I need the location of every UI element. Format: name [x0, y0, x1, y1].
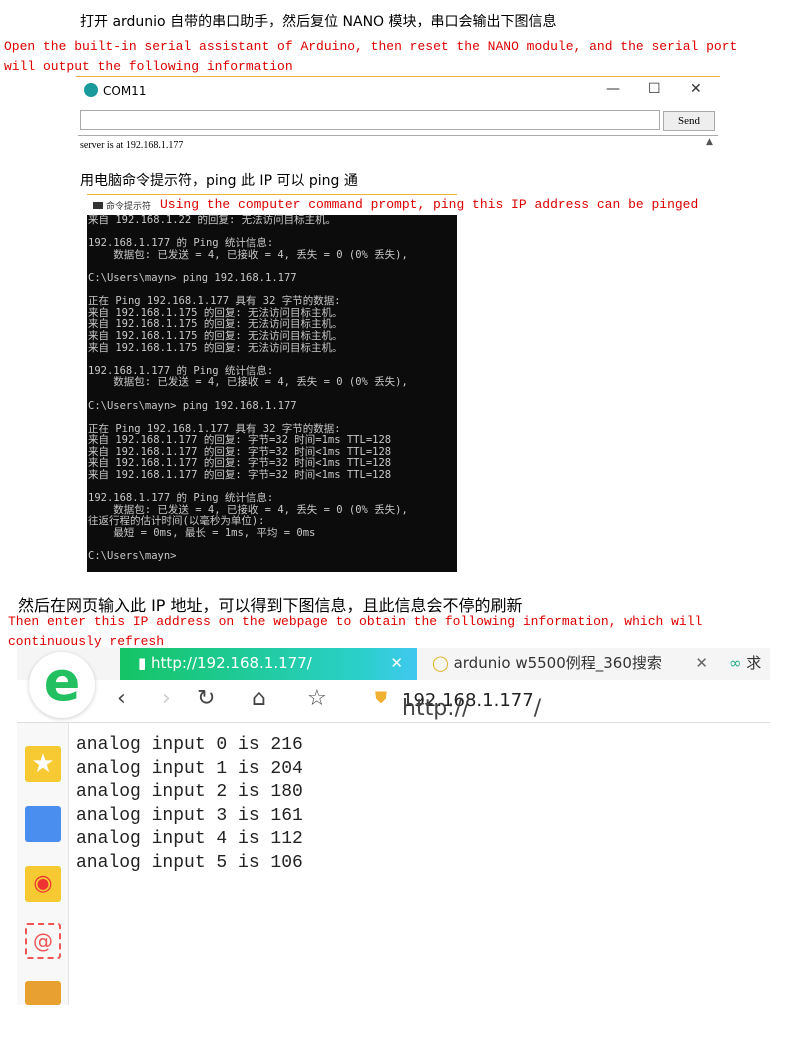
search-360-icon: ◯ [432, 654, 449, 672]
tab-active[interactable]: ▮ http://192.168.1.177/ ✕ [120, 648, 417, 680]
close-tab-icon[interactable]: ✕ [390, 648, 403, 678]
section3-heading-en: Then enter this IP address on the webpag… [8, 614, 703, 649]
section1-heading-en: Open the built-in serial assistant of Ar… [4, 39, 738, 74]
shield-icon: ⛊ [375, 688, 388, 707]
address-bar[interactable]: http://192.168.1.177/ [402, 690, 541, 721]
section2-heading-en: Using the computer command prompt, ping … [160, 197, 699, 212]
tab[interactable]: ◯ ardunio w5500例程_360搜索 ✕ [422, 648, 722, 680]
tab-label: 求 [746, 654, 762, 672]
serial-input[interactable] [80, 110, 660, 130]
sidebar: ★ ◉ @ [17, 723, 69, 1005]
maximize-button[interactable]: ☐ [648, 81, 661, 97]
reload-button[interactable]: ↻ [197, 686, 215, 711]
news-icon[interactable] [25, 806, 61, 842]
scrollbar[interactable]: ▲ [706, 137, 718, 147]
page-content: analog input 0 is 216 analog input 1 is … [76, 734, 303, 876]
favorite-button[interactable]: ☆ [307, 686, 327, 711]
send-button[interactable]: Send [663, 111, 715, 131]
serial-output: server is at 192.168.1.177 [78, 135, 718, 161]
serial-monitor-window: COM11 — ☐ ✕ Send server is at 192.168.1.… [76, 76, 720, 161]
infinity-icon: ∞ [729, 654, 742, 672]
minimize-button[interactable]: — [606, 81, 620, 97]
section2-heading: 用电脑命令提示符，ping 此 IP 可以 ping 通 [80, 173, 358, 189]
tab-label: ardunio w5500例程_360搜索 [453, 654, 662, 672]
arduino-logo-icon [84, 83, 98, 97]
close-tab-icon[interactable]: ✕ [695, 648, 708, 678]
analog-line: analog input 3 is 161 [76, 805, 303, 826]
analog-line: analog input 2 is 180 [76, 782, 303, 803]
analog-line: analog input 1 is 204 [76, 758, 303, 779]
forward-button[interactable]: › [162, 686, 171, 711]
section1-heading: 打开 ardunio 自带的串口助手，然后复位 NANO 模块，串口会输出下图信… [80, 14, 557, 30]
tab[interactable]: ∞ 求 [729, 648, 761, 678]
close-button[interactable]: ✕ [690, 81, 702, 97]
home-button[interactable]: ⌂ [252, 686, 266, 711]
back-button[interactable]: ‹ [117, 686, 126, 711]
terminal-output: 来自 192.168.1.22 的回复: 无法访问目标主机。 192.168.1… [88, 214, 408, 563]
page-icon: ▮ [138, 654, 147, 672]
command-prompt-window: 命令提示符 Using the computer command prompt,… [87, 194, 698, 572]
terminal-title: 命令提示符 [106, 202, 152, 212]
browser-logo-icon: e [29, 652, 95, 718]
browser-window: ▮ http://192.168.1.177/ ✕ ◯ ardunio w5500… [17, 648, 770, 1005]
mail-icon[interactable]: @ [25, 923, 61, 959]
bookmark-icon[interactable] [25, 981, 61, 1005]
star-icon[interactable]: ★ [25, 746, 61, 782]
terminal-icon [93, 202, 103, 209]
window-title: COM11 [103, 84, 147, 98]
tab-label: http://192.168.1.177/ [151, 654, 312, 672]
weibo-icon[interactable]: ◉ [25, 866, 61, 902]
analog-line: analog input 4 is 112 [76, 829, 303, 850]
analog-line: analog input 0 is 216 [76, 735, 303, 755]
analog-line: analog input 5 is 106 [76, 852, 303, 873]
